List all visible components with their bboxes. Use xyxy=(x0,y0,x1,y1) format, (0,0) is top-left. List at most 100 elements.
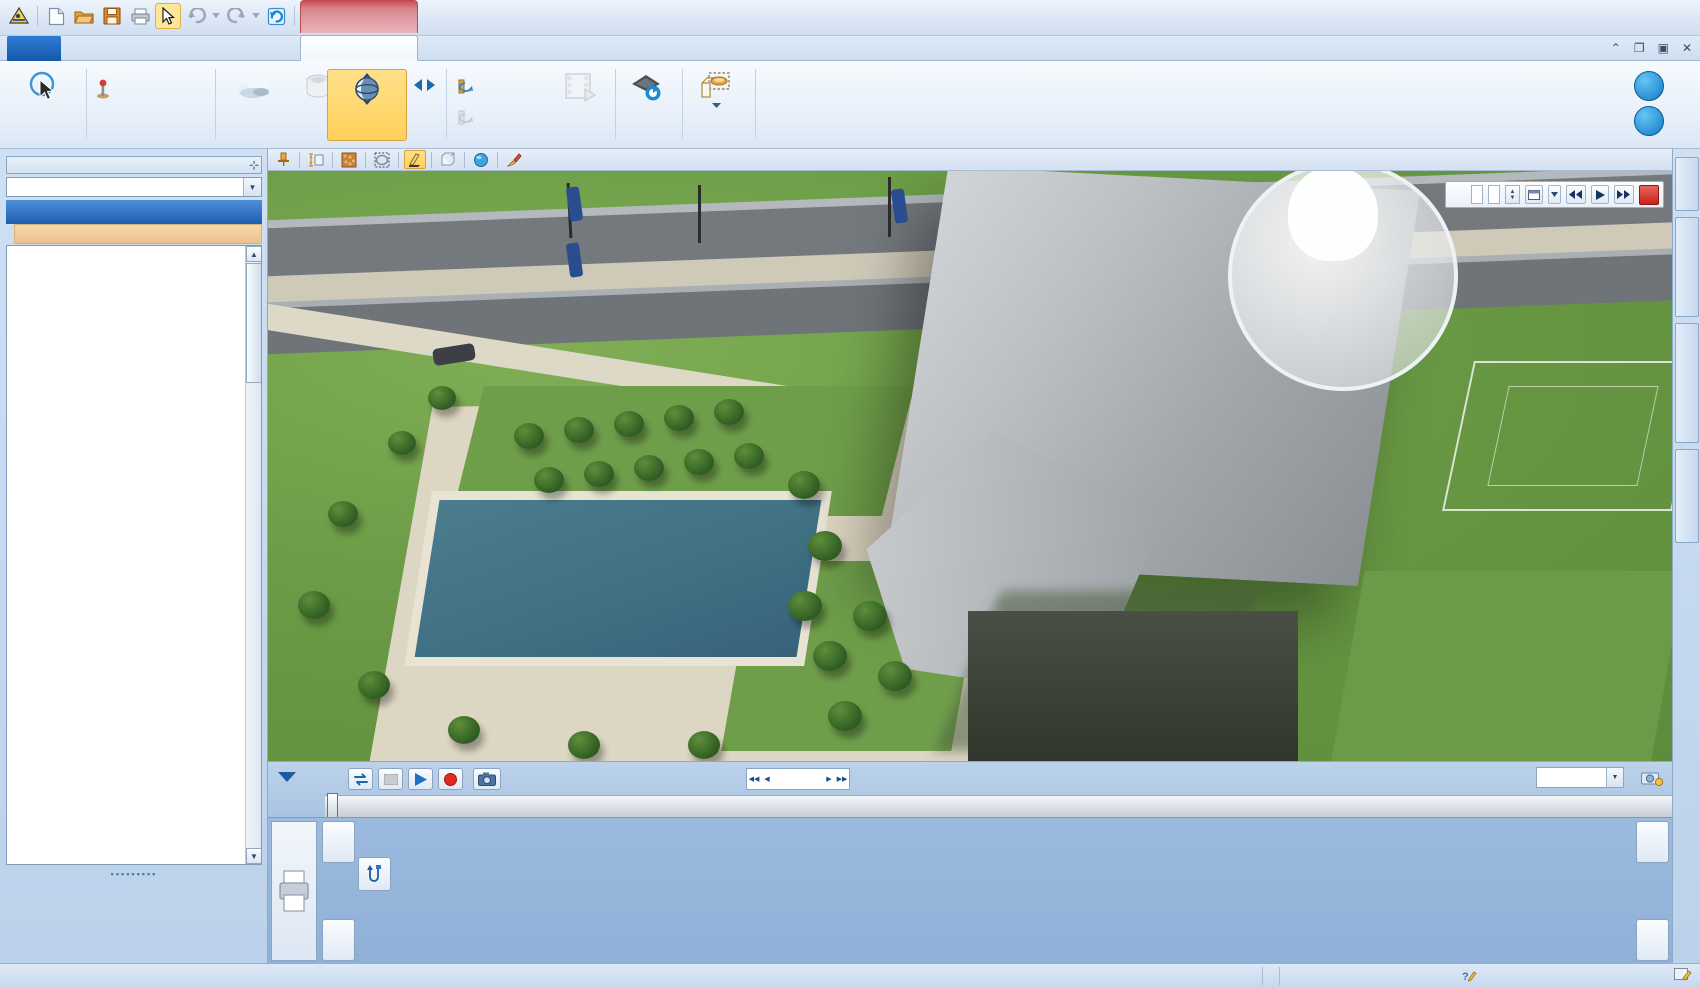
sphere-render-icon[interactable] xyxy=(470,150,492,169)
ribbon-tab-playstructure[interactable] xyxy=(300,35,418,61)
camera-settings-icon[interactable] xyxy=(1638,767,1666,789)
scroll-up-button[interactable]: ▲ xyxy=(246,246,261,262)
menu-help[interactable] xyxy=(272,36,288,61)
selection-box-icon[interactable] xyxy=(371,150,393,169)
timeline-ruler[interactable] xyxy=(325,795,1672,817)
timeline-collapse-icon[interactable] xyxy=(278,771,296,783)
paint-icon[interactable] xyxy=(503,150,525,169)
speed-prev-icon[interactable]: ◀ xyxy=(761,769,773,789)
printer-icon xyxy=(279,870,309,912)
dock-tab-background[interactable] xyxy=(1675,217,1699,317)
play-button[interactable] xyxy=(408,768,433,790)
filmstrip-next-all-button[interactable] xyxy=(1636,919,1669,961)
doc-close-icon[interactable]: ✕ xyxy=(1682,41,1692,55)
shadows-time-field[interactable] xyxy=(1488,185,1500,204)
status-bar: ? xyxy=(0,963,1700,987)
app-logo-icon[interactable] xyxy=(6,3,32,29)
animation-button[interactable] xyxy=(547,67,613,107)
3d-viewport[interactable]: ▲ ▼ xyxy=(268,171,1672,761)
scroll-down-button[interactable]: ▼ xyxy=(246,848,261,864)
speed-first-icon[interactable]: ◀◀ xyxy=(748,769,760,789)
printer-pane[interactable] xyxy=(271,821,317,961)
print-icon[interactable] xyxy=(127,3,153,29)
menu-file[interactable] xyxy=(7,36,61,61)
panel-header: ⊹ xyxy=(6,156,262,174)
right-dock xyxy=(1672,149,1700,963)
menu-drawing[interactable] xyxy=(72,36,88,61)
menu-tools[interactable] xyxy=(147,36,163,61)
doc-maximize-icon[interactable]: ▣ xyxy=(1658,41,1669,55)
level-height-icon[interactable] xyxy=(305,150,327,169)
background-next-icon[interactable] xyxy=(427,79,436,91)
redo-icon[interactable] xyxy=(223,3,249,29)
select-pointer-icon[interactable] xyxy=(155,3,181,29)
tree-scrollbar[interactable]: ▲ ▼ xyxy=(245,246,261,864)
panel-resize-grip[interactable]: ▪▪▪▪▪▪▪▪▪ xyxy=(6,869,262,879)
cloud-icon xyxy=(222,67,286,107)
menu-window[interactable] xyxy=(205,36,221,61)
info-button[interactable] xyxy=(1634,71,1664,101)
undo-dropdown-icon[interactable] xyxy=(211,3,221,29)
enable-selection-button[interactable] xyxy=(10,67,78,107)
project-combo[interactable]: ▼ xyxy=(6,177,262,197)
background-360vr-button[interactable] xyxy=(327,70,407,108)
visibility-button[interactable] xyxy=(685,67,747,109)
dock-tab-properties[interactable] xyxy=(1675,449,1699,543)
playback-speed-field[interactable]: ◀◀ ◀ ▶ ▶▶ xyxy=(746,768,850,790)
scroll-thumb[interactable] xyxy=(246,263,261,383)
record-button[interactable] xyxy=(438,768,463,790)
snapshot-button[interactable] xyxy=(473,768,501,790)
wireframe-icon[interactable] xyxy=(437,150,459,169)
project-tree[interactable]: ▲ ▼ xyxy=(6,245,262,865)
qat-separator-2 xyxy=(294,6,295,26)
filmstrip-prev-button[interactable] xyxy=(322,821,355,863)
hdr-select[interactable]: ▼ xyxy=(1536,767,1624,788)
save-icon[interactable] xyxy=(99,3,125,29)
question-pencil-icon: ? xyxy=(1462,969,1477,983)
doc-restore-icon[interactable]: ❐ xyxy=(1634,41,1645,55)
shadows-date-field[interactable] xyxy=(1471,185,1483,204)
shadows-spinner[interactable]: ▲ ▼ xyxy=(1505,185,1520,204)
reset-view-button[interactable] xyxy=(618,67,676,107)
chevron-down-icon[interactable]: ▼ xyxy=(243,178,261,196)
document-tab-perspective-view[interactable] xyxy=(300,0,418,33)
loop-button[interactable] xyxy=(348,768,373,790)
rewind-start-icon[interactable] xyxy=(1566,185,1586,204)
help-button[interactable] xyxy=(1634,106,1664,136)
spin-around-selection-button[interactable] xyxy=(456,108,481,127)
spin-around-all-button[interactable] xyxy=(456,77,481,96)
show-clouds-button[interactable] xyxy=(222,67,286,107)
filmstrip-nav-right xyxy=(1634,821,1669,961)
pin-icon[interactable]: ⊹ xyxy=(249,158,259,172)
visibility-dropdown-icon[interactable] xyxy=(685,103,747,109)
hdr-dropdown-icon[interactable]: ▼ xyxy=(1606,768,1623,787)
dock-tab-selection-filter[interactable] xyxy=(1675,323,1699,443)
forward-end-icon[interactable] xyxy=(1614,185,1634,204)
ribbon-minimize-icon[interactable]: ⌃ xyxy=(1611,41,1621,55)
dock-tab-copy[interactable] xyxy=(1675,157,1699,211)
play-icon[interactable] xyxy=(1591,185,1609,204)
svg-text:?: ? xyxy=(1462,971,1469,983)
textures-icon[interactable] xyxy=(338,150,360,169)
refresh-icon[interactable] xyxy=(263,3,289,29)
timeline-playhead[interactable] xyxy=(327,793,338,818)
calendar-icon[interactable] xyxy=(1525,185,1543,204)
undo-icon[interactable] xyxy=(183,3,209,29)
redo-dropdown-icon[interactable] xyxy=(251,3,261,29)
background-prev-icon[interactable] xyxy=(414,79,423,91)
shadows-icon[interactable] xyxy=(404,150,426,169)
new-document-icon[interactable] xyxy=(43,3,69,29)
link-icon[interactable] xyxy=(358,857,391,891)
status-edit-icon[interactable] xyxy=(1674,968,1692,983)
close-shadows-icon[interactable] xyxy=(1639,184,1659,205)
calendar-dropdown-icon[interactable] xyxy=(1548,185,1561,204)
pin-icon[interactable] xyxy=(272,150,294,169)
open-folder-icon[interactable] xyxy=(71,3,97,29)
speed-next-icon[interactable]: ▶ xyxy=(823,769,835,789)
stop-button[interactable] xyxy=(378,768,403,790)
speed-last-icon[interactable]: ▶▶ xyxy=(836,769,848,789)
status-help-button[interactable]: ? xyxy=(1462,967,1482,985)
filmstrip-prev-all-button[interactable] xyxy=(322,919,355,961)
filmstrip-next-button[interactable] xyxy=(1636,821,1669,863)
film-icon xyxy=(547,67,613,107)
